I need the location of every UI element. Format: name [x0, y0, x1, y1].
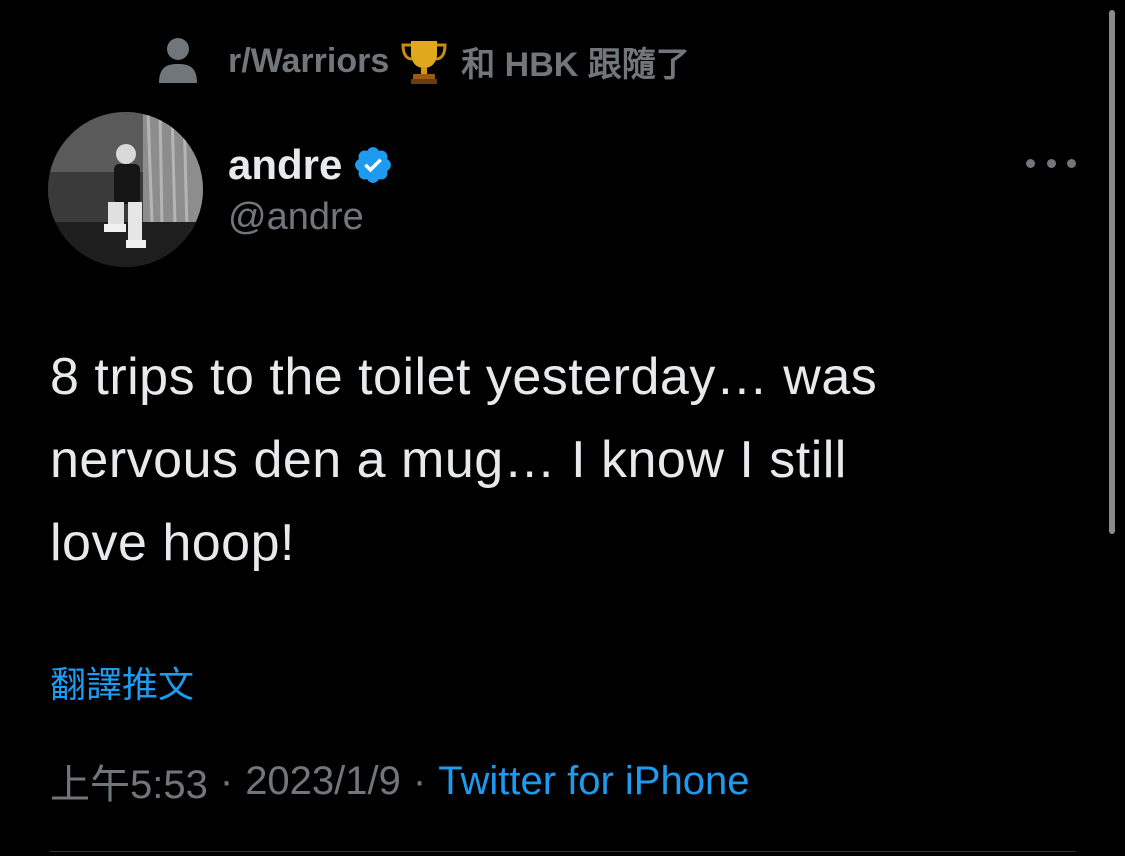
trophy-icon	[399, 36, 449, 86]
translate-tweet-link[interactable]: 翻譯推文	[50, 656, 194, 708]
tweet-time[interactable]: 上午5:53	[50, 752, 208, 810]
author-name-row[interactable]: andre	[228, 138, 394, 192]
author-handle[interactable]: @andre	[228, 196, 364, 239]
tweet-source-link[interactable]: Twitter for iPhone	[438, 759, 749, 804]
tweet-text-line: nervous den a mug… I know I still	[50, 431, 847, 489]
more-dot	[1026, 158, 1035, 168]
tweet-text-line: 8 trips to the toilet yesterday… was	[50, 348, 878, 406]
tweet-text: 8 trips to the toilet yesterday… was ner…	[50, 336, 1080, 585]
more-dot	[1046, 158, 1056, 168]
avatar[interactable]	[48, 112, 203, 267]
meta-separator: ·	[219, 758, 234, 803]
tweet-text-line: love hoop!	[50, 514, 295, 572]
social-context-name: r/Warriors	[228, 41, 390, 80]
author-display-name: andre	[228, 141, 343, 188]
tweet-meta: 上午5:53 · 2023/1/9 · Twitter for iPhone	[50, 752, 749, 810]
meta-separator: ·	[412, 758, 427, 803]
social-context[interactable]: r/Warriors 和 HBK 跟隨了	[158, 36, 690, 86]
social-context-text: 和 HBK 跟隨了	[461, 45, 690, 84]
scrollbar[interactable]	[1109, 10, 1115, 534]
divider	[50, 851, 1076, 852]
verified-badge-icon	[352, 144, 394, 186]
more-options-button[interactable]	[1026, 148, 1076, 178]
avatar-image	[48, 112, 203, 267]
person-icon	[158, 37, 198, 85]
more-dot	[1067, 158, 1076, 168]
tweet-date[interactable]: 2023/1/9	[245, 759, 401, 804]
